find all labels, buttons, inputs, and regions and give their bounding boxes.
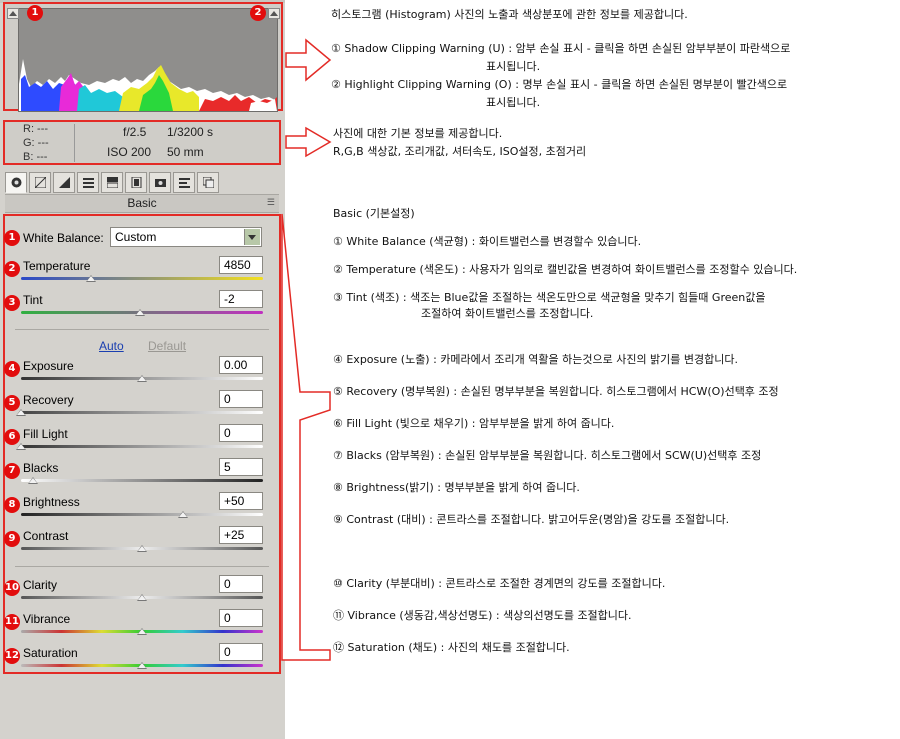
basic-note-2: ② Temperature (색온도) : 사용자가 임의로 캘빈값을 변경하여… <box>333 263 798 276</box>
basic-note-1: ① White Balance (색균형) : 화이트밸런스를 변경할수 있습니… <box>333 235 642 248</box>
histogram-note-title: 히스토그램 (Histogram) 사진의 노출과 색상분포에 관한 정보를 제… <box>331 8 688 21</box>
histogram-note-2a: ② Highlight Clipping Warning (O) : 명부 손실… <box>331 78 788 91</box>
basic-note-3a: ③ Tint (색조) : 색조는 Blue값을 조절하는 색온도만으로 색균형… <box>333 291 766 304</box>
basic-arrow <box>281 213 331 661</box>
histogram-note-2b: 표시됩니다. <box>486 96 541 109</box>
histogram-note-1a: ① Shadow Clipping Warning (U) : 암부 손실 표시… <box>331 42 791 55</box>
basic-note-3b: 조절하여 화이트밸런스를 조정합니다. <box>421 307 594 320</box>
basic-note-6: ⑥ Fill Light (빛으로 채우기) : 암부부분을 밝게 하여 줍니다… <box>333 417 615 430</box>
histogram-arrow <box>285 38 332 82</box>
basic-note-12: ⑫ Saturation (채도) : 사진의 채도를 조절합니다. <box>333 641 570 654</box>
basic-note-10: ⑩ Clarity (부분대비) : 콘트라스로 조절한 경계면의 강도를 조절… <box>333 577 666 590</box>
basic-note-11: ⑪ Vibrance (생동감,색상선명도) : 색상의선명도를 조절합니다. <box>333 609 632 622</box>
basic-note-5: ⑤ Recovery (명부복원) : 손실된 명부부분을 복원합니다. 히스토… <box>333 385 779 398</box>
annotation-arrows <box>281 38 332 661</box>
basic-note-title: Basic (기본설정) <box>333 207 415 220</box>
info-note-2: R,G,B 색상값, 조리개값, 셔터속도, ISO설정, 초점거리 <box>333 145 587 158</box>
info-note-1: 사진에 대한 기본 정보를 제공합니다. <box>333 127 503 140</box>
basic-note-4: ④ Exposure (노출) : 카메라에서 조리개 역활을 하는것으로 사진… <box>333 353 739 366</box>
basic-note-9: ⑨ Contrast (대비) : 콘트라스를 조절합니다. 밝고어두운(명암)… <box>333 513 730 526</box>
histogram-note-1b: 표시됩니다. <box>486 60 541 73</box>
basic-note-8: ⑧ Brightness(밝기) : 명부부분을 밝게 하여 줍니다. <box>333 481 580 494</box>
basic-note-7: ⑦ Blacks (암부복원) : 손실된 암부부분을 복원합니다. 히스토그램… <box>333 449 762 462</box>
info-arrow <box>285 126 332 158</box>
